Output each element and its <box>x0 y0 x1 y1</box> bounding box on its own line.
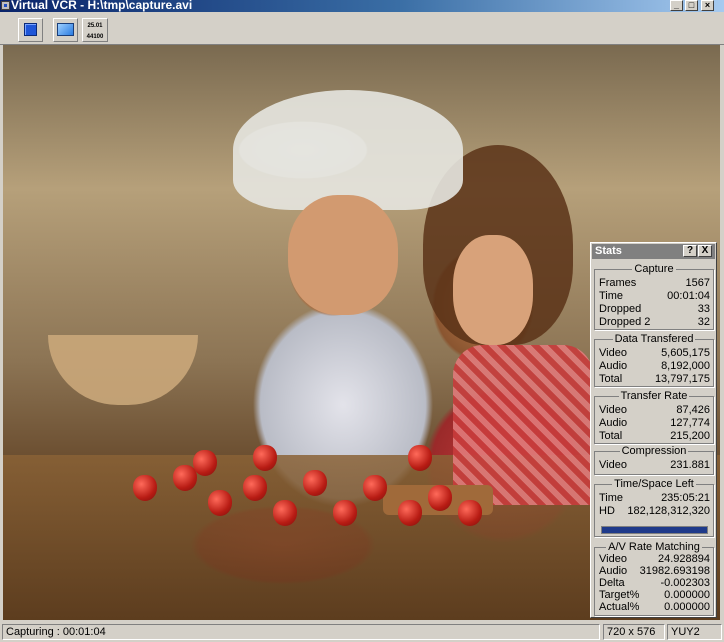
stat-label: Video <box>599 347 627 359</box>
stat-value: 215,200 <box>670 430 710 442</box>
group-label: Compression <box>619 445 689 457</box>
compression-group: Compression Video 231.881 <box>594 445 714 475</box>
stop-capture-button[interactable] <box>18 18 43 42</box>
capture-settings-button[interactable]: 25.01 44100 <box>82 18 108 42</box>
strawberry <box>303 470 327 496</box>
stat-value: 235:05:21 <box>661 492 710 504</box>
samplerate-label: 44100 <box>86 34 104 40</box>
stat-label: Total <box>599 430 623 442</box>
preview-woman-face <box>288 195 398 315</box>
stat-value: 0.000000 <box>664 601 710 613</box>
capture-status: Capturing : 00:01:04 <box>2 624 600 640</box>
strawberry <box>458 500 482 526</box>
stat-label: Actual% <box>599 601 640 613</box>
monitor-icon <box>57 23 74 36</box>
maximize-icon: □ <box>688 0 695 10</box>
minimize-icon: _ <box>673 0 679 10</box>
stat-value: 231.881 <box>670 459 710 471</box>
group-label: Capture <box>632 263 676 275</box>
window-titlebar[interactable]: Virtual VCR - H:\tmp\capture.avi _ □ × <box>0 0 724 12</box>
preview-headscarf <box>233 90 463 210</box>
stat-value: 8,192,000 <box>661 360 710 372</box>
stat-label: Audio <box>599 360 628 372</box>
strawberry <box>193 450 217 476</box>
group-label: Transfer Rate <box>618 390 690 402</box>
resolution-status: 720 x 576 <box>603 624 665 640</box>
close-button[interactable]: × <box>701 0 714 11</box>
stat-label: Audio <box>599 417 628 429</box>
group-label: A/V Rate Matching <box>606 541 702 553</box>
capture-group: Capture Frames 1567 Time 00:01:04 Dropped 3… <box>594 263 714 330</box>
preview-monitor-button[interactable] <box>53 18 78 42</box>
strawberry <box>333 500 357 526</box>
strawberry <box>133 475 157 501</box>
stat-label: HD <box>599 505 615 517</box>
stat-value: 13,797,175 <box>654 373 710 385</box>
stat-value: 1567 <box>685 277 710 289</box>
transfer-rate-group: Transfer Rate Video 87,426 Audio 127,774 T… <box>594 390 714 444</box>
strawberry <box>273 500 297 526</box>
maximize-button[interactable]: □ <box>685 0 698 11</box>
stats-close-button[interactable]: X <box>698 245 712 257</box>
hd-space-bar <box>601 526 708 534</box>
stat-value: 32 <box>697 316 710 328</box>
strawberry <box>253 445 277 471</box>
stat-label: Time <box>599 492 624 504</box>
preview-child-face <box>453 235 533 345</box>
strawberry <box>208 490 232 516</box>
preview-bowl <box>48 335 198 405</box>
framerate-label: 25.01 <box>87 23 103 29</box>
stat-value: 182,128,312,320 <box>627 505 710 517</box>
stat-label: Time <box>599 290 624 302</box>
stat-value: 5,605,175 <box>661 347 710 359</box>
statusbar: Capturing : 00:01:04 720 x 576 YUY2 <box>0 622 724 642</box>
strawberry <box>428 485 452 511</box>
strawberry <box>398 500 422 526</box>
time-space-left-group: Time/Space Left Time 235:05:21 HD 182,128,… <box>594 478 714 537</box>
stat-label: Video <box>599 404 627 416</box>
preview-checkered-dress <box>453 345 593 505</box>
strawberry <box>363 475 387 501</box>
group-label: Time/Space Left <box>612 478 696 490</box>
toolbar: 25.01 44100 <box>0 12 724 45</box>
stat-value: 33 <box>697 303 710 315</box>
strawberry <box>243 475 267 501</box>
data-transfered-group: Data Transfered Video 5,605,175 Audio 8,19… <box>594 333 714 387</box>
stat-label: Frames <box>599 277 637 289</box>
minimize-button[interactable]: _ <box>670 0 683 11</box>
stat-value: 00:01:04 <box>667 290 710 302</box>
stat-label: Total <box>599 373 623 385</box>
window-title: Virtual VCR - H:\tmp\capture.avi <box>11 0 193 12</box>
stats-title: Stats <box>595 245 622 257</box>
app-icon <box>1 1 10 10</box>
stat-value: 87,426 <box>676 404 710 416</box>
stat-label: Dropped <box>599 303 642 315</box>
stats-panel: Stats ? X Capture Frames 1567 Time 00:01:0… <box>590 242 717 618</box>
stat-label: Dropped 2 <box>599 316 651 328</box>
stat-label: Video <box>599 459 627 471</box>
stop-icon <box>24 23 37 36</box>
stats-help-button[interactable]: ? <box>683 245 697 257</box>
stat-value: 127,774 <box>670 417 710 429</box>
format-status: YUY2 <box>667 624 722 640</box>
av-rate-matching-group: A/V Rate Matching Video 24.928894 Audio 31… <box>594 541 714 616</box>
group-label: Data Transfered <box>612 333 696 345</box>
close-icon: × <box>704 0 711 10</box>
strawberry <box>408 445 432 471</box>
